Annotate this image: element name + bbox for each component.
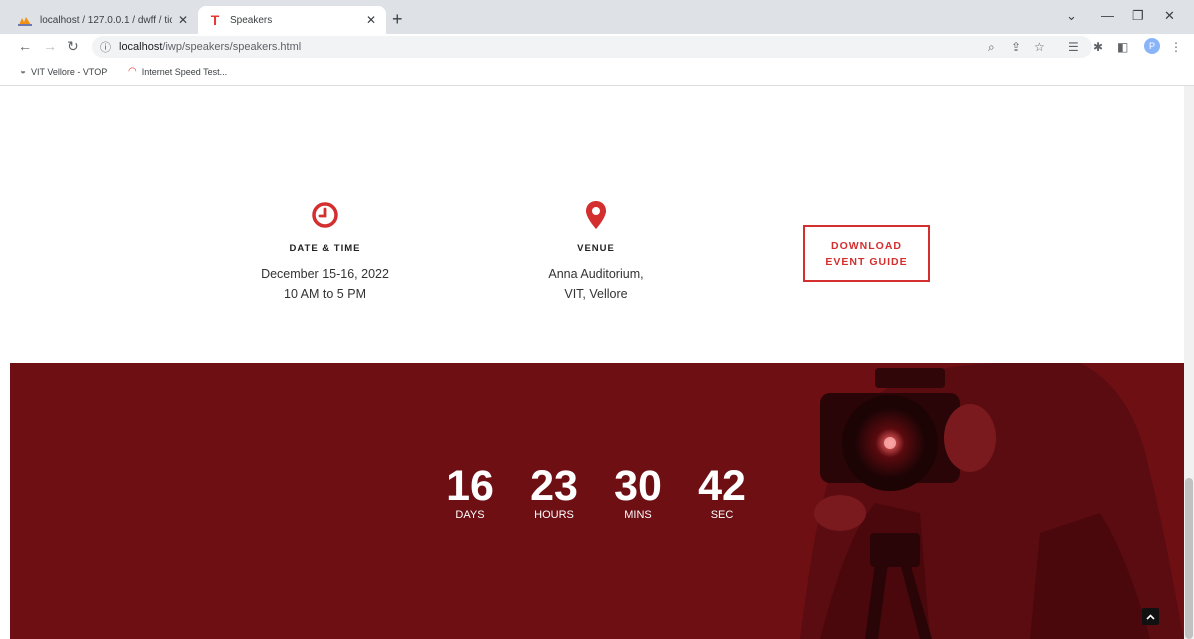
speedometer-icon: ◠ xyxy=(128,66,137,77)
back-to-top-button[interactable] xyxy=(1142,608,1159,625)
bookmark-label: VIT Vellore - VTOP xyxy=(31,66,108,77)
hours-value: 23 xyxy=(530,462,578,510)
restore-icon[interactable]: ❐ xyxy=(1132,8,1144,24)
countdown-section: 16 DAYS 23 HOURS 30 MINS 42 SEC xyxy=(10,363,1184,639)
menu-kebab-icon[interactable]: ⋮ xyxy=(1170,40,1182,54)
extension-icon[interactable]: ☰ xyxy=(1068,40,1079,54)
download-event-guide-button[interactable]: DOWNLOAD EVENT GUIDE xyxy=(803,225,930,282)
close-tab-icon[interactable]: ✕ xyxy=(366,13,376,27)
days-value: 16 xyxy=(446,462,494,510)
url-path: /iwp/speakers/speakers.html xyxy=(162,41,302,53)
countdown-timer: 16 DAYS 23 HOURS 30 MINS 42 SEC xyxy=(428,463,764,521)
venue-label: VENUE xyxy=(577,243,615,254)
map-pin-icon xyxy=(486,198,706,232)
countdown-hours: 23 HOURS xyxy=(512,463,596,521)
date-time-block: DATE & TIME December 15-16, 2022 10 AM t… xyxy=(215,198,435,304)
camera-operator-image xyxy=(800,363,1184,639)
url-host: localhost xyxy=(119,41,163,53)
bookmark-vtop[interactable]: ◒ VIT Vellore - VTOP xyxy=(20,66,107,77)
tab-phpmyadmin[interactable]: localhost / 127.0.0.1 / dwff / ticke ✕ xyxy=(8,6,198,34)
phpmyadmin-favicon-icon xyxy=(18,13,32,27)
share-icon[interactable]: ⇪ xyxy=(1011,40,1021,54)
address-bar[interactable]: ⓘ localhost/iwp/speakers/speakers.html xyxy=(92,36,1092,58)
date-time-label: DATE & TIME xyxy=(289,243,361,254)
speakers-favicon-icon: T xyxy=(210,12,220,28)
close-window-icon[interactable]: ✕ xyxy=(1164,8,1175,24)
venue-line-2: VIT, Vellore xyxy=(564,287,628,301)
days-label: DAYS xyxy=(455,509,485,521)
minimize-icon[interactable]: — xyxy=(1101,8,1114,23)
sec-label: SEC xyxy=(710,509,734,521)
back-arrow-icon[interactable]: ← xyxy=(18,38,32,54)
hours-label: HOURS xyxy=(534,509,574,521)
browser-toolbar: ← → ↻ ⓘ localhost/iwp/speakers/speakers.… xyxy=(0,34,1194,60)
countdown-sec: 42 SEC xyxy=(680,463,764,521)
zoom-icon[interactable]: ⌕ xyxy=(988,40,995,55)
reload-icon[interactable]: ↻ xyxy=(67,38,79,55)
profile-avatar[interactable]: P xyxy=(1144,38,1160,54)
tab-speakers[interactable]: T Speakers ✕ xyxy=(198,6,386,34)
forward-arrow-icon[interactable]: → xyxy=(43,38,57,54)
close-tab-icon[interactable]: ✕ xyxy=(178,13,188,27)
countdown-days: 16 DAYS xyxy=(428,463,512,521)
bookmark-label: Internet Speed Test... xyxy=(141,66,228,77)
bookmark-speed-test[interactable]: ◠ Internet Speed Test... xyxy=(128,66,227,77)
venue-block: VENUE Anna Auditorium, VIT, Vellore xyxy=(486,198,706,304)
bookmark-star-icon[interactable]: ☆ xyxy=(1034,40,1045,54)
sec-value: 42 xyxy=(698,462,746,510)
venue-line-1: Anna Auditorium, xyxy=(548,267,644,281)
tab-title: localhost / 127.0.0.1 / dwff / ticke xyxy=(40,14,172,26)
globe-icon: ◒ xyxy=(20,66,27,77)
page-content: DATE & TIME December 15-16, 2022 10 AM t… xyxy=(0,86,1194,639)
chevron-up-icon xyxy=(1146,613,1155,620)
new-tab-button[interactable]: + xyxy=(392,9,403,30)
date-text: December 15-16, 2022 xyxy=(261,267,389,281)
time-text: 10 AM to 5 PM xyxy=(284,287,366,301)
clock-icon xyxy=(215,198,435,232)
tab-title: Speakers xyxy=(230,14,273,26)
puzzle-icon[interactable]: ✱ xyxy=(1093,40,1103,54)
countdown-mins: 30 MINS xyxy=(596,463,680,521)
tab-search-icon[interactable]: ⌄ xyxy=(1066,8,1077,24)
download-label-1: DOWNLOAD xyxy=(831,239,902,252)
site-info-icon[interactable]: ⓘ xyxy=(100,39,111,55)
browser-tab-strip: localhost / 127.0.0.1 / dwff / ticke ✕ T… xyxy=(0,0,1194,34)
bookmarks-bar: ◒ VIT Vellore - VTOP ◠ Internet Speed Te… xyxy=(0,60,1194,86)
download-label-2: EVENT GUIDE xyxy=(825,255,908,268)
side-panel-icon[interactable]: ◧ xyxy=(1117,40,1128,54)
mins-label: MINS xyxy=(624,509,652,521)
scrollbar-thumb[interactable] xyxy=(1185,478,1193,639)
mins-value: 30 xyxy=(614,462,662,510)
